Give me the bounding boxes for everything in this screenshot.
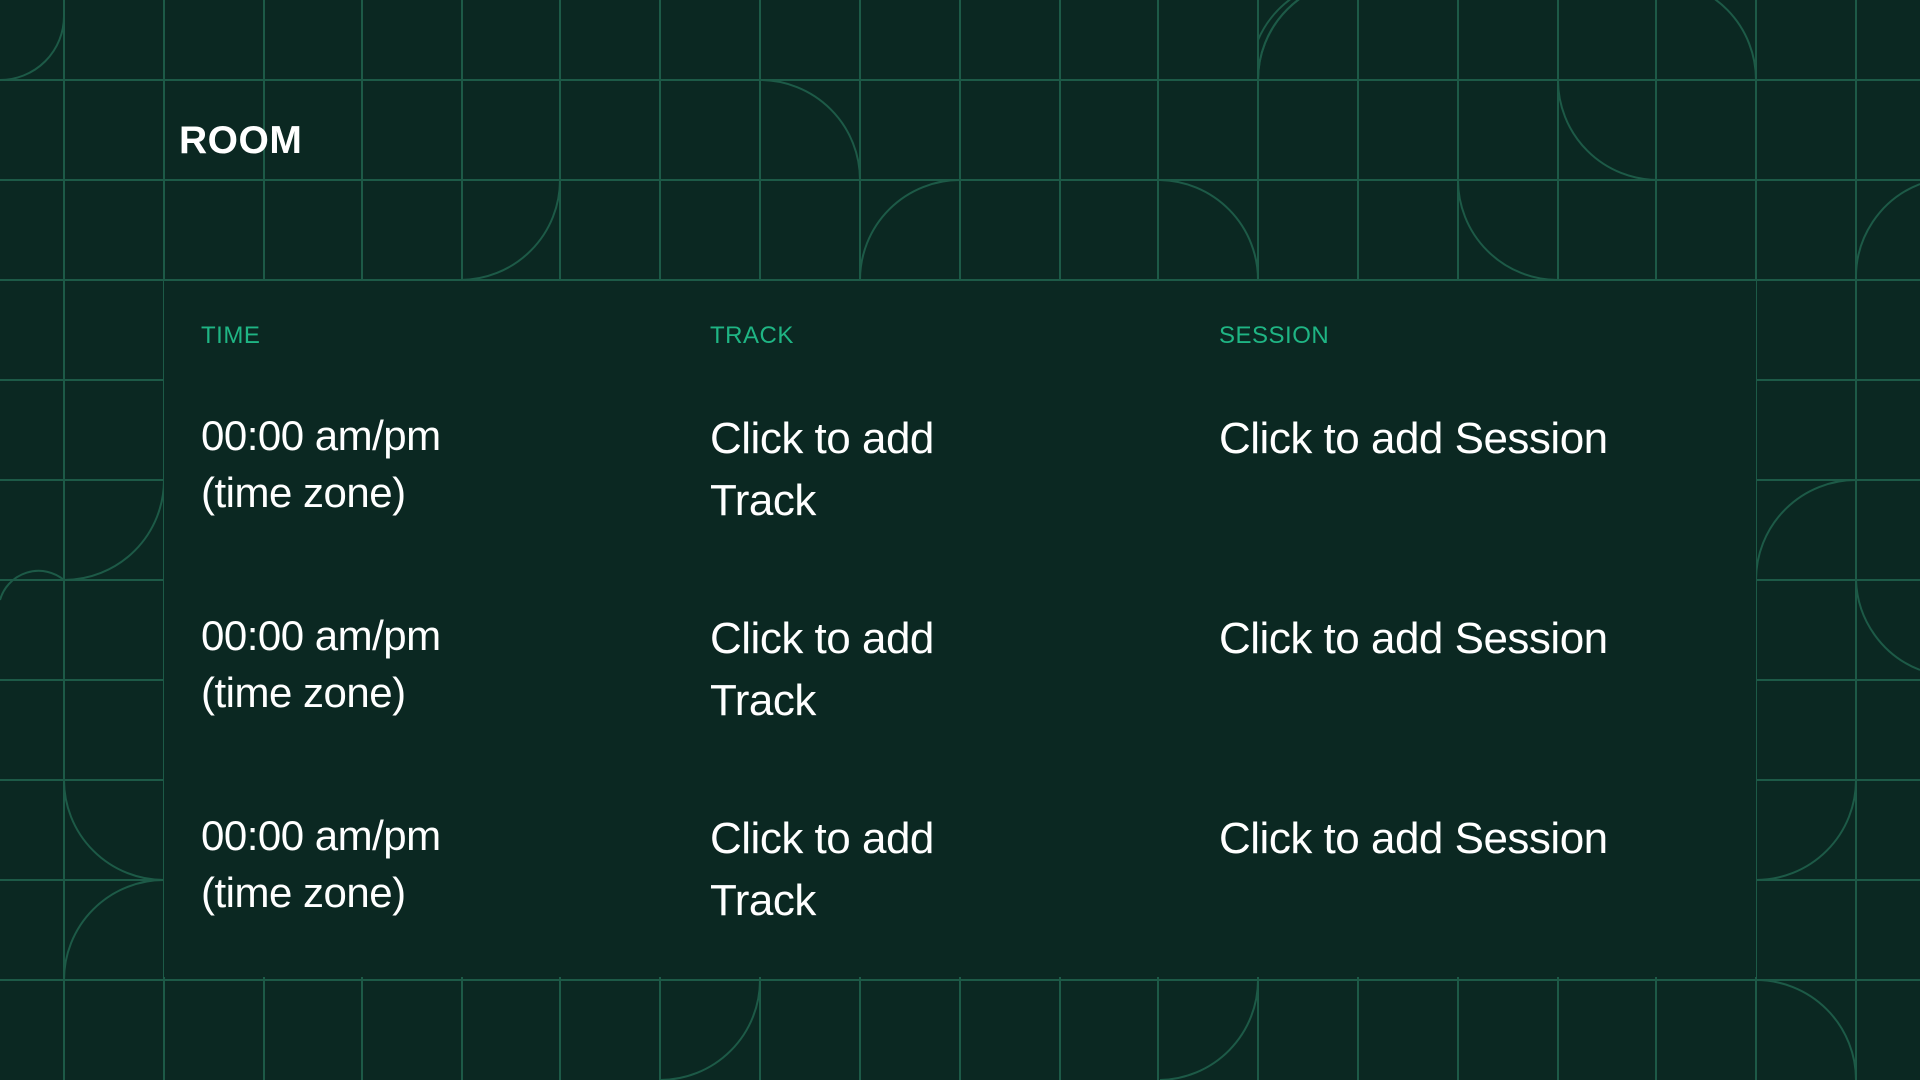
track-placeholder-line1: Click to add	[710, 614, 934, 663]
time-value: 00:00 am/pm	[201, 812, 441, 859]
track-placeholder-line2: Track	[710, 476, 816, 525]
room-title: ROOM	[179, 119, 303, 162]
time-cell[interactable]: 00:00 am/pm (time zone)	[201, 807, 441, 921]
time-value: 00:00 am/pm	[201, 412, 441, 459]
slide-canvas: ROOM TIME TRACK SESSION 00:00 am/pm (tim…	[0, 0, 1920, 1080]
session-cell[interactable]: Click to add Session	[1219, 808, 1608, 870]
track-placeholder-line2: Track	[710, 676, 816, 725]
track-cell[interactable]: Click to add Track	[710, 408, 934, 532]
time-zone: (time zone)	[201, 669, 406, 716]
schedule-table: TIME TRACK SESSION 00:00 am/pm (time zon…	[164, 281, 1756, 977]
time-zone: (time zone)	[201, 469, 406, 516]
track-placeholder-line1: Click to add	[710, 414, 934, 463]
track-cell[interactable]: Click to add Track	[710, 808, 934, 932]
track-placeholder-line1: Click to add	[710, 814, 934, 863]
column-header-time: TIME	[201, 322, 261, 349]
column-header-session: SESSION	[1219, 322, 1330, 349]
time-cell[interactable]: 00:00 am/pm (time zone)	[201, 607, 441, 721]
column-header-track: TRACK	[710, 322, 794, 349]
time-cell[interactable]: 00:00 am/pm (time zone)	[201, 407, 441, 521]
time-zone: (time zone)	[201, 869, 406, 916]
session-cell[interactable]: Click to add Session	[1219, 408, 1608, 470]
track-placeholder-line2: Track	[710, 876, 816, 925]
track-cell[interactable]: Click to add Track	[710, 608, 934, 732]
time-value: 00:00 am/pm	[201, 612, 441, 659]
session-cell[interactable]: Click to add Session	[1219, 608, 1608, 670]
